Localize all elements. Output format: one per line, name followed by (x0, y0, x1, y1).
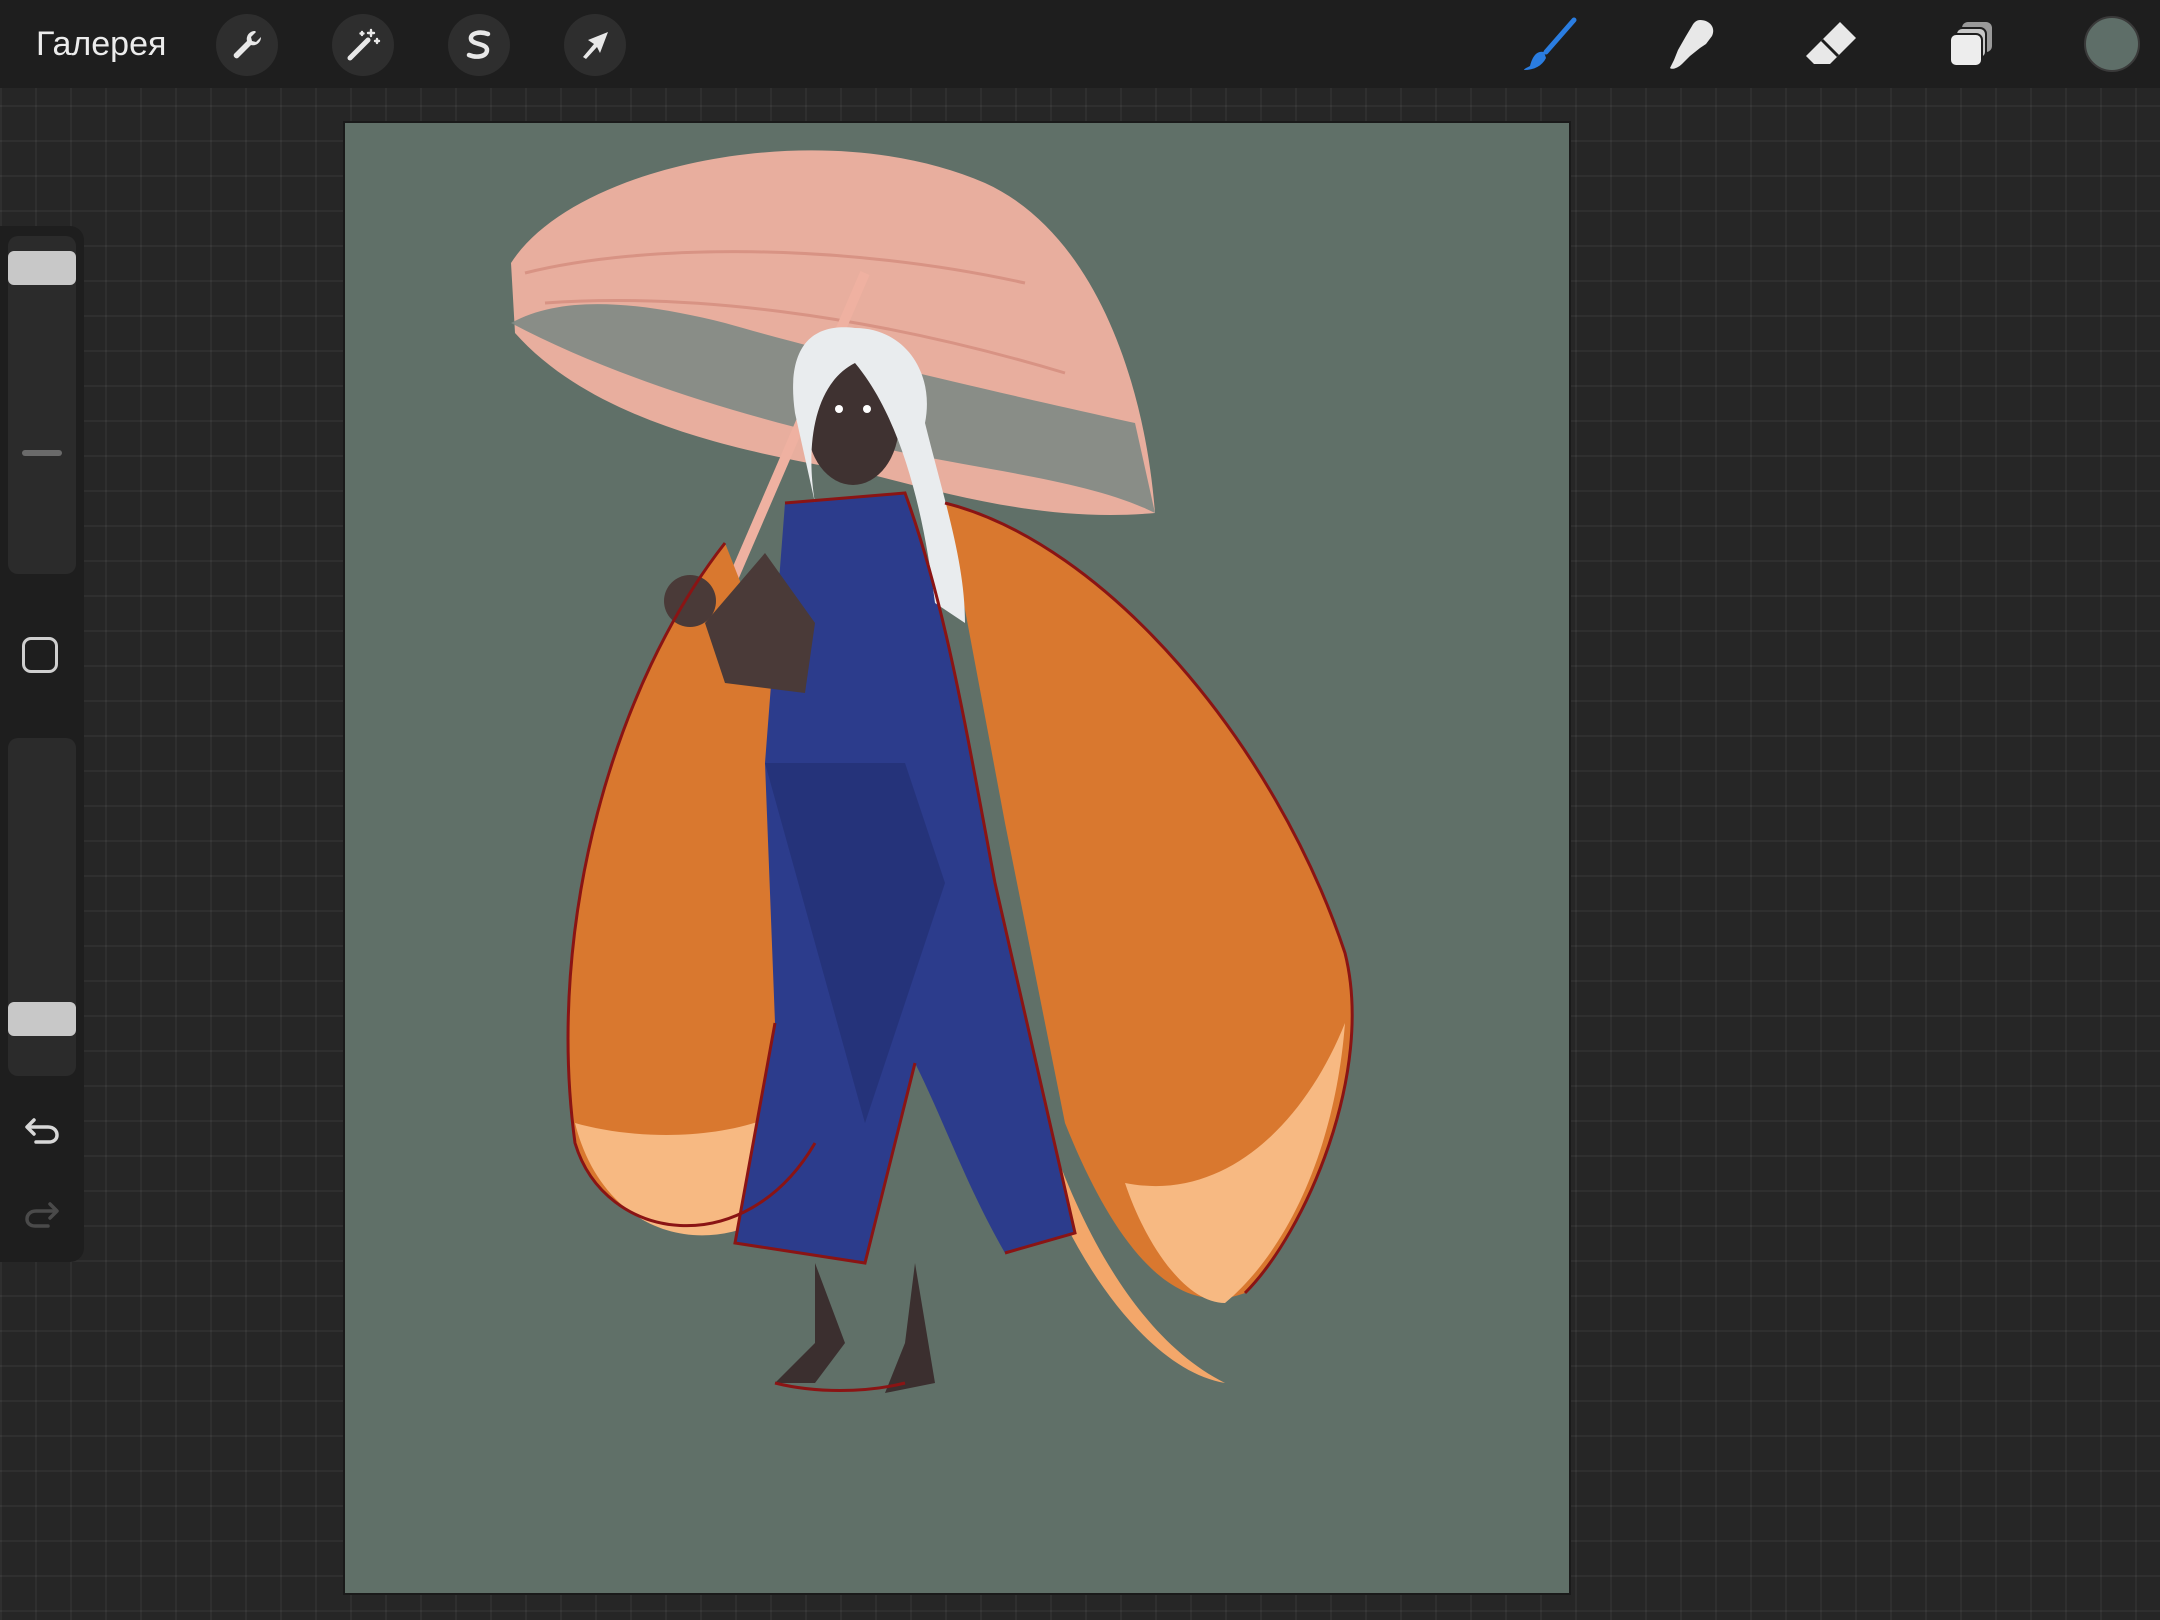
eraser-button[interactable] (1798, 12, 1864, 78)
undo-button[interactable] (16, 1104, 68, 1156)
layers-icon (1949, 22, 1992, 67)
selection-button[interactable] (448, 14, 510, 76)
brush-opacity-thumb[interactable] (8, 1002, 76, 1037)
brush-icon (1524, 17, 1577, 70)
undo-icon (25, 1118, 59, 1144)
color-picker-swatch[interactable] (2084, 16, 2140, 72)
layers-button[interactable] (1938, 12, 2004, 78)
brush-button[interactable] (1518, 12, 1584, 78)
selection-s-icon (466, 30, 491, 59)
smudge-finger-icon (1670, 20, 1714, 69)
drawing-canvas[interactable] (345, 123, 1569, 1593)
transform-button[interactable] (564, 14, 626, 76)
square-icon[interactable] (22, 637, 58, 673)
arrow-cursor-icon (583, 32, 608, 59)
brush-size-slider[interactable] (8, 236, 76, 574)
redo-button[interactable] (16, 1188, 68, 1240)
adjustments-button[interactable] (332, 14, 394, 76)
actions-button[interactable] (216, 14, 278, 76)
magic-wand-icon (347, 28, 381, 61)
brush-size-thumb[interactable] (8, 251, 76, 286)
redo-icon (25, 1202, 59, 1228)
slider-tick (22, 450, 62, 456)
left-sidebar (0, 226, 84, 1262)
top-toolbar: Галерея (0, 0, 2160, 88)
eraser-icon (1806, 22, 1856, 64)
gallery-button[interactable]: Галерея (36, 22, 166, 66)
wrench-icon (233, 30, 262, 59)
smudge-button[interactable] (1658, 12, 1724, 78)
artwork-illustration (511, 150, 1354, 1393)
